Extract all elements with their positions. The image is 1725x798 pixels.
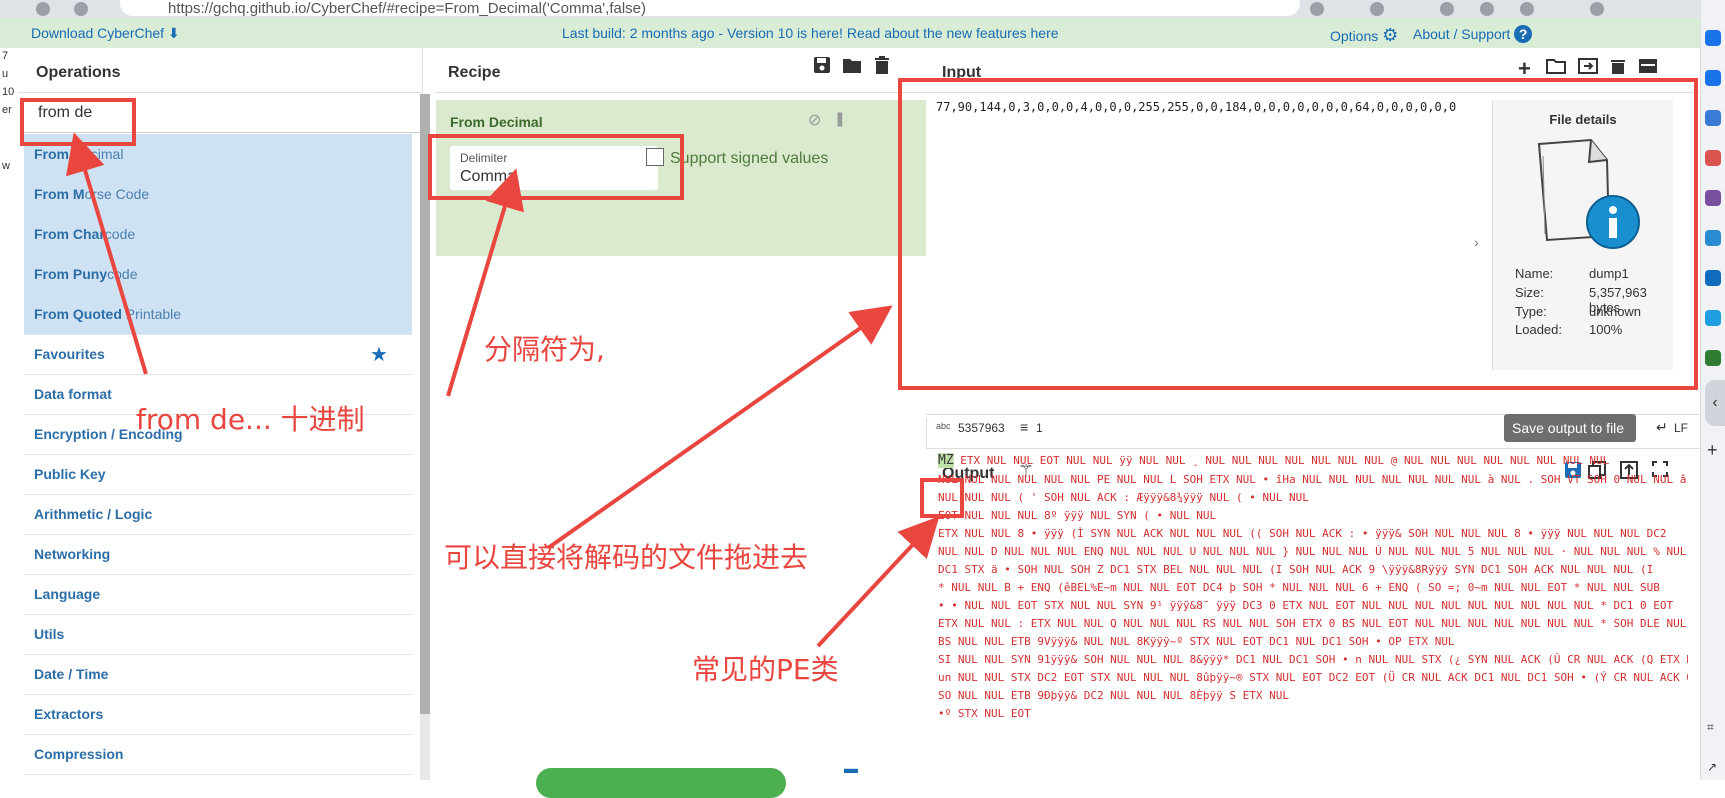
annotation-note-from-de: from de... 十进制 xyxy=(136,403,365,436)
annotation-note-pe: 常见的PE类 xyxy=(692,653,839,686)
arrow-to-mz xyxy=(816,516,940,648)
annotation-arrows xyxy=(66,132,940,648)
annotation-note-drag: 可以直接将解码的文件拖进去 xyxy=(444,541,809,574)
annotation-note-delimiter: 分隔符为, xyxy=(484,333,605,366)
arrow-to-search xyxy=(66,132,148,375)
